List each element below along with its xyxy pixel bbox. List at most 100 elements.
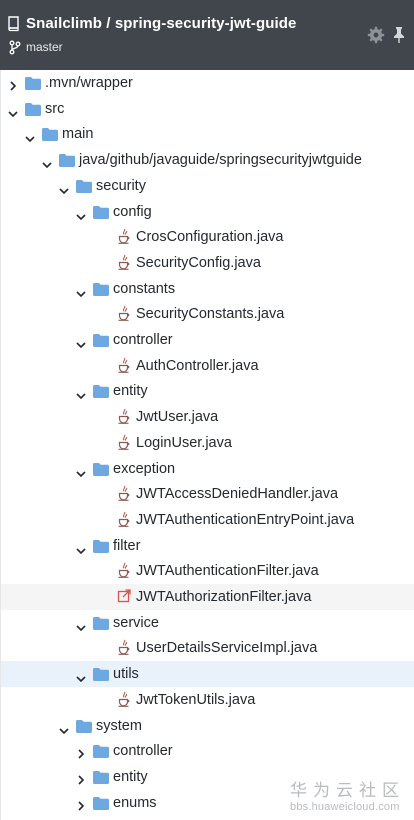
folder-icon	[93, 796, 109, 810]
tree-file-row[interactable]: JWTAuthorizationFilter.java	[1, 584, 414, 610]
tree-item-label: entity	[113, 768, 148, 785]
watermark: 华为云社区 bbs.huaweicloud.com	[290, 776, 405, 813]
folder-icon	[76, 719, 92, 733]
java-file-icon	[117, 639, 131, 656]
chevron-down-icon[interactable]	[8, 105, 18, 117]
tree-file-row[interactable]: UserDetailsServiceImpl.java	[1, 635, 414, 661]
chevron-down-icon[interactable]	[76, 619, 86, 631]
tree-item-label: config	[113, 203, 152, 220]
tree-folder-row[interactable]: constants	[1, 276, 414, 302]
java-file-icon	[117, 408, 131, 425]
tree-folder-row[interactable]: main	[1, 121, 414, 147]
chevron-right-icon[interactable]	[77, 746, 85, 759]
tree-item-label: JWTAuthenticationEntryPoint.java	[136, 511, 355, 528]
folder-icon	[93, 744, 109, 759]
tree-item-label: utils	[113, 666, 139, 683]
chevron-down-icon[interactable]	[76, 542, 86, 554]
chevron-down-icon[interactable]	[76, 387, 86, 400]
tree-item-label: java/github/javaguide/springsecurityjwtg…	[79, 152, 362, 169]
java-file-icon	[117, 562, 131, 579]
tree-item-label: AuthController.java	[136, 357, 259, 374]
tree-item-label: JWTAuthorizationFilter.java	[136, 589, 312, 605]
chevron-down-icon[interactable]	[76, 336, 86, 349]
folder-icon	[93, 282, 109, 296]
tree-item-label: JwtTokenUtils.java	[136, 691, 256, 708]
tree-file-row[interactable]: AuthController.java	[1, 353, 414, 379]
repo-icon	[8, 16, 19, 32]
tree-folder-row[interactable]: filter	[1, 533, 414, 559]
tree-item-label: LoginUser.java	[136, 434, 232, 451]
folder-icon	[93, 616, 109, 630]
branch-icon	[9, 40, 21, 55]
tree-item-label: system	[96, 717, 142, 734]
folder-icon	[93, 384, 109, 399]
tree-file-row[interactable]: CrosConfiguration.java	[1, 224, 414, 250]
watermark-cn: 华为云社区	[290, 781, 405, 800]
tree-folder-row[interactable]: exception	[1, 456, 414, 482]
repo-title[interactable]: Snailclimb / spring-security-jwt-guide	[26, 15, 297, 32]
tree-item-label: exception	[113, 460, 176, 477]
tree-folder-row[interactable]: config	[1, 199, 414, 225]
tree-file-row[interactable]: JWTAuthenticationEntryPoint.java	[1, 507, 414, 533]
tree-file-row[interactable]: SecurityConstants.java	[1, 301, 414, 327]
tree-item-label: SecurityConfig.java	[136, 254, 261, 271]
tree-item-label: controller	[113, 332, 173, 348]
chevron-down-icon[interactable]	[42, 156, 52, 169]
tree-item-label: main	[62, 126, 94, 143]
folder-icon	[93, 667, 109, 682]
tree-item-label: JWTAuthenticationFilter.java	[136, 563, 319, 580]
tree-folder-row[interactable]: entity	[1, 378, 414, 404]
chevron-right-icon[interactable]	[9, 78, 17, 91]
tree-item-label: service	[113, 614, 159, 631]
chevron-down-icon[interactable]	[59, 722, 69, 734]
tree-folder-row[interactable]: controller	[1, 327, 414, 353]
tree-item-label: .mvn/wrapper	[45, 75, 133, 91]
java-file-icon	[117, 485, 131, 502]
chevron-down-icon[interactable]	[76, 208, 86, 220]
tree-file-row[interactable]: SecurityConfig.java	[1, 250, 414, 276]
tree-folder-row[interactable]: src	[1, 96, 414, 122]
tree-file-row[interactable]: JwtUser.java	[1, 404, 414, 430]
watermark-url: bbs.huaweicloud.com	[290, 801, 400, 813]
tree-folder-row[interactable]: system	[1, 713, 414, 739]
tree-item-label: security	[96, 177, 146, 194]
tree-item-label: controller	[113, 743, 173, 760]
chevron-right-icon[interactable]	[77, 772, 85, 785]
tree-item-label: constants	[113, 280, 176, 297]
pin-icon[interactable]	[392, 26, 406, 44]
tree-item-label: JWTAccessDeniedHandler.java	[136, 486, 339, 503]
java-file-icon	[117, 434, 131, 451]
java-file-icon	[117, 228, 131, 245]
tree-file-row[interactable]: JWTAccessDeniedHandler.java	[1, 481, 414, 507]
folder-icon	[25, 102, 41, 116]
chevron-right-icon[interactable]	[77, 798, 85, 811]
tree-folder-row[interactable]: java/github/javaguide/springsecurityjwtg…	[1, 147, 414, 173]
tree-item-label: UserDetailsServiceImpl.java	[136, 640, 318, 657]
tree-folder-row[interactable]: service	[1, 610, 414, 636]
chevron-down-icon[interactable]	[76, 465, 86, 477]
branch-label[interactable]: master	[26, 40, 63, 54]
chevron-down-icon[interactable]	[76, 285, 86, 297]
java-file-icon	[117, 305, 131, 322]
tree-item-label: entity	[113, 383, 148, 400]
chevron-down-icon[interactable]	[76, 670, 86, 683]
folder-icon	[76, 179, 92, 193]
chevron-down-icon[interactable]	[59, 182, 69, 194]
tree-item-label: SecurityConstants.java	[136, 306, 285, 323]
folder-icon	[93, 205, 109, 219]
tree-folder-row[interactable]: controller	[1, 738, 414, 764]
tree-file-row[interactable]: LoginUser.java	[1, 430, 414, 456]
external-link-icon	[117, 588, 131, 605]
repo-header: Snailclimb / spring-security-jwt-guide m…	[0, 0, 414, 70]
tree-folder-row[interactable]: .mvn/wrapper	[1, 70, 414, 96]
tree-folder-row[interactable]: utils	[1, 661, 414, 687]
tree-item-label: JwtUser.java	[136, 409, 219, 426]
gear-icon[interactable]	[367, 26, 385, 44]
folder-icon	[93, 462, 109, 476]
tree-folder-row[interactable]: security	[1, 173, 414, 199]
folder-icon	[93, 539, 109, 553]
tree-file-row[interactable]: JwtTokenUtils.java	[1, 687, 414, 713]
tree-file-row[interactable]: JWTAuthenticationFilter.java	[1, 558, 414, 584]
folder-icon	[42, 127, 58, 142]
chevron-down-icon[interactable]	[25, 130, 35, 143]
